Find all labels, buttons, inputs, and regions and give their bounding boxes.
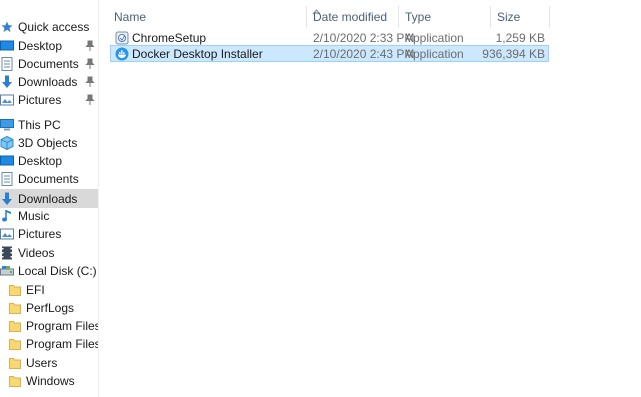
file-date: 2/10/2020 2:43 PM (313, 46, 415, 61)
nav-label: Pictures (18, 93, 62, 107)
column-type[interactable]: Type (399, 6, 491, 28)
file-name: ChromeSetup (132, 30, 207, 45)
music-icon (0, 209, 14, 223)
folder-icon (8, 374, 22, 388)
nav-pc-videos[interactable]: Videos (0, 244, 98, 262)
nav-label: Users (26, 356, 58, 370)
nav-label: Documents (18, 57, 79, 71)
nav-pc-documents[interactable]: Documents (0, 170, 98, 188)
nav-label: PerfLogs (26, 301, 75, 315)
nav-qa-desktop[interactable]: Desktop (0, 37, 98, 55)
nav-pc-pictures[interactable]: Pictures (0, 225, 98, 243)
folder-icon (8, 301, 22, 315)
star-icon (0, 20, 14, 34)
file-date: 2/10/2020 2:33 PM (313, 30, 415, 45)
installer-icon (115, 31, 129, 45)
pictures-icon (0, 93, 14, 107)
nav-label: Music (18, 209, 50, 223)
nav-qa-downloads[interactable]: Downloads (0, 73, 98, 91)
nav-label: Desktop (18, 39, 63, 53)
nav-folder-program-files-x86[interactable]: Program Files (x86 (8, 335, 98, 353)
nav-label: Downloads (18, 191, 78, 206)
nav-label: Downloads (18, 75, 78, 89)
desktop-icon (0, 39, 14, 53)
nav-label: 3D Objects (18, 136, 78, 150)
nav-pc-local-disk[interactable]: Local Disk (C:) (0, 262, 98, 280)
column-size[interactable]: Size (491, 6, 550, 28)
nav-folder-program-files[interactable]: Program Files (8, 317, 98, 335)
pictures-icon (0, 227, 14, 241)
nav-this-pc[interactable]: This PC (0, 116, 98, 134)
nav-label: Windows (26, 374, 75, 388)
file-name: Docker Desktop Installer (132, 46, 263, 61)
nav-pc-3d-objects[interactable]: 3D Objects (0, 134, 98, 152)
file-name-cell: Docker Desktop Installer (115, 46, 309, 61)
pin-icon[interactable] (85, 76, 95, 88)
nav-pc-downloads[interactable]: Downloads (0, 189, 98, 208)
folder-icon (8, 283, 22, 297)
nav-label: This PC (18, 118, 61, 132)
nav-folder-efi[interactable]: EFI (8, 281, 98, 299)
downloads-icon (0, 75, 14, 89)
nav-label: Quick access (18, 20, 90, 34)
nav-label: Program Files (x86 (26, 337, 98, 351)
navigation-pane: Quick access Desktop Documents Downloads (0, 0, 98, 397)
file-type: Application (405, 46, 464, 61)
pin-icon[interactable] (85, 40, 95, 52)
docker-icon (115, 47, 129, 61)
column-header: Name Date modified Type Size (108, 6, 550, 28)
documents-icon (0, 57, 14, 71)
nav-folder-windows[interactable]: Windows (8, 372, 98, 390)
file-explorer-window: Quick access Desktop Documents Downloads (0, 0, 641, 397)
nav-label: Program Files (26, 319, 98, 333)
nav-qa-pictures[interactable]: Pictures (0, 91, 98, 109)
folder-icon (8, 337, 22, 351)
nav-label: Videos (18, 246, 55, 260)
nav-label: EFI (26, 283, 45, 297)
local-disk-icon (0, 264, 14, 278)
nav-label: Documents (18, 172, 79, 186)
documents-icon (0, 172, 14, 186)
desktop-icon (0, 154, 14, 168)
file-row-chromesetup[interactable]: ChromeSetup 2/10/2020 2:33 PM Applicatio… (110, 29, 549, 46)
pin-icon[interactable] (85, 94, 95, 106)
pin-icon[interactable] (85, 58, 95, 70)
videos-icon (0, 246, 14, 260)
nav-qa-documents[interactable]: Documents (0, 55, 98, 73)
file-type: Application (405, 30, 464, 45)
file-row-docker-installer[interactable]: Docker Desktop Installer 2/10/2020 2:43 … (110, 45, 549, 62)
this-pc-icon (0, 118, 14, 132)
column-name[interactable]: Name (108, 6, 307, 28)
nav-folder-perflogs[interactable]: PerfLogs (8, 299, 98, 317)
nav-pc-music[interactable]: Music (0, 207, 98, 225)
file-name-cell: ChromeSetup (115, 30, 309, 45)
downloads-icon (0, 192, 14, 206)
nav-pc-desktop[interactable]: Desktop (0, 152, 98, 170)
nav-quick-access[interactable]: Quick access (0, 18, 98, 36)
file-size: 936,394 KB (482, 46, 545, 61)
nav-label: Desktop (18, 154, 63, 168)
nav-label: Local Disk (C:) (18, 264, 97, 278)
nav-folder-users[interactable]: Users (8, 354, 98, 372)
pane-divider[interactable] (98, 0, 99, 397)
nav-label: Pictures (18, 227, 62, 241)
file-size: 1,259 KB (495, 30, 545, 45)
3d-objects-icon (0, 136, 14, 150)
column-date-modified[interactable]: Date modified (307, 6, 399, 28)
folder-icon (8, 319, 22, 333)
folder-icon (8, 356, 22, 370)
